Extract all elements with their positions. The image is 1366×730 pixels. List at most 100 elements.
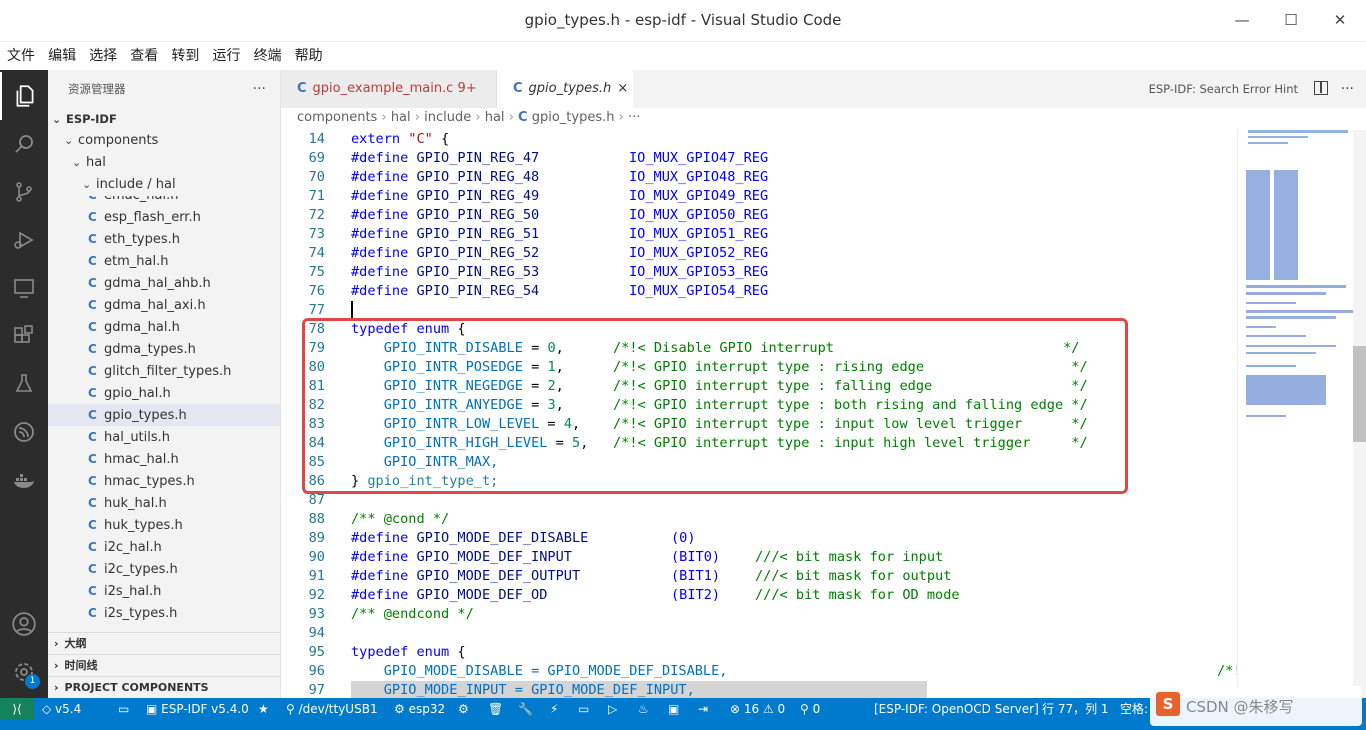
flash-icon[interactable]: ⚡	[550, 698, 558, 720]
file-item[interactable]: Chmac_hal.h	[48, 448, 280, 470]
file-item[interactable]: Cgdma_hal_axi.h	[48, 294, 280, 316]
code-line[interactable]: 69 #define GPIO_PIN_REG_47 IO_MUX_GPIO47_R…	[281, 149, 1237, 168]
folder-components[interactable]: ⌄ components	[48, 130, 280, 152]
folder-icon[interactable]: ▭	[118, 698, 129, 720]
terminal-icon[interactable]: ▣	[668, 698, 679, 720]
scrollbar-thumb[interactable]	[1353, 346, 1366, 442]
file-item[interactable]: Ci2c_hal.h	[48, 536, 280, 558]
code-line[interactable]: 75 #define GPIO_PIN_REG_53 IO_MUX_GPIO53_R…	[281, 263, 1237, 282]
file-item[interactable]: Ci2s_hal.h	[48, 580, 280, 602]
code-line[interactable]: 96 GPIO_MODE_DISABLE = GPIO_MODE_DEF_DIS…	[281, 662, 1237, 681]
file-item[interactable]: Cetm_hal.h	[48, 250, 280, 272]
menu-selection[interactable]: 选择	[88, 42, 118, 70]
search-icon[interactable]	[0, 120, 48, 168]
timeline-section[interactable]: › 时间线	[48, 654, 280, 676]
file-item[interactable]: Cgpio_hal.h	[48, 382, 280, 404]
minimap[interactable]	[1237, 130, 1356, 698]
menu-edit[interactable]: 编辑	[47, 42, 77, 70]
crumb-hal[interactable]: hal	[391, 110, 411, 125]
vertical-scrollbar[interactable]	[1353, 130, 1366, 698]
code-line[interactable]: 70 #define GPIO_PIN_REG_48 IO_MUX_GPIO48_R…	[281, 168, 1237, 187]
close-icon[interactable]: ×	[617, 81, 628, 96]
port-item[interactable]: ⚲ /dev/ttyUSB1	[286, 698, 378, 720]
code-line[interactable]: 73 #define GPIO_PIN_REG_51 IO_MUX_GPIO51_R…	[281, 225, 1237, 244]
explorer-icon[interactable]	[0, 72, 48, 120]
menu-run[interactable]: 运行	[211, 42, 241, 70]
search-error-hint-button[interactable]: ESP-IDF: Search Error Hint	[1149, 70, 1298, 108]
file-item[interactable]: Cgpio_types.h	[48, 404, 280, 426]
code-line[interactable]: 74 #define GPIO_PIN_REG_52 IO_MUX_GPIO52_R…	[281, 244, 1237, 263]
menu-view[interactable]: 查看	[129, 42, 159, 70]
code-line[interactable]: 71 #define GPIO_PIN_REG_49 IO_MUX_GPIO49_R…	[281, 187, 1237, 206]
file-item[interactable]: Chmac_types.h	[48, 470, 280, 492]
more-actions-icon[interactable]: ···	[1341, 74, 1354, 104]
folder-hal[interactable]: ⌄ hal	[48, 152, 280, 174]
esp-idf-icon[interactable]	[0, 408, 48, 456]
file-item[interactable]: Cgdma_hal.h	[48, 316, 280, 338]
file-item[interactable]: Cglitch_filter_types.h	[48, 360, 280, 382]
menu-help[interactable]: 帮助	[294, 42, 324, 70]
project-components-section[interactable]: › PROJECT COMPONENTS	[48, 676, 280, 698]
file-item[interactable]: Ci2s_types.h	[48, 602, 280, 624]
more-actions-icon[interactable]: ···	[253, 70, 266, 108]
star-icon[interactable]: ★	[258, 698, 269, 720]
code-line[interactable]: 94	[281, 624, 1237, 643]
split-editor-icon[interactable]	[1314, 81, 1328, 95]
export-icon[interactable]: ⇥	[698, 698, 708, 720]
flame-icon[interactable]: ♨	[638, 698, 649, 720]
branch-item[interactable]: ◇ v5.4	[42, 698, 81, 720]
code-line[interactable]: 90 #define GPIO_MODE_DEF_INPUT (BIT0) ///< …	[281, 548, 1237, 567]
code-line[interactable]: 88 /** @cond */	[281, 510, 1237, 529]
file-item[interactable]: Ceth_types.h	[48, 228, 280, 250]
code-line[interactable]: 72 #define GPIO_PIN_REG_50 IO_MUX_GPIO50_R…	[281, 206, 1237, 225]
tab-gpio-types[interactable]: Cgpio_types.h ×	[497, 70, 633, 108]
code-line[interactable]: 89 #define GPIO_MODE_DEF_DISABLE (0)	[281, 529, 1237, 548]
code-line[interactable]: 93 /** @endcond */	[281, 605, 1237, 624]
close-window-button[interactable]: ✕	[1327, 8, 1353, 32]
account-icon[interactable]	[0, 600, 48, 648]
indentation-item[interactable]: 空格:	[1120, 698, 1148, 720]
menu-terminal[interactable]: 终端	[253, 42, 283, 70]
target-item[interactable]: ⚙ esp32	[394, 698, 445, 720]
wrench-icon[interactable]: 🔧	[518, 698, 533, 720]
crumb-components[interactable]: components	[297, 110, 377, 125]
minimize-button[interactable]: —	[1229, 8, 1255, 32]
menu-go[interactable]: 转到	[170, 42, 200, 70]
outline-section[interactable]: › 大纲	[48, 632, 280, 654]
manage-gear-icon[interactable]: 1	[0, 648, 48, 696]
code-line[interactable]: 76 #define GPIO_PIN_REG_54 IO_MUX_GPIO54_R…	[281, 282, 1237, 301]
extensions-icon[interactable]	[0, 312, 48, 360]
folder-include-hal[interactable]: ⌄ include / hal	[48, 174, 280, 196]
docker-icon[interactable]	[0, 456, 48, 504]
monitor-icon[interactable]: ▭	[578, 698, 589, 720]
remote-explorer-icon[interactable]	[0, 264, 48, 312]
file-item[interactable]: Cemac_hal.h	[48, 196, 280, 206]
file-item[interactable]: Chal_utils.h	[48, 426, 280, 448]
crumb-hal-2[interactable]: hal	[485, 110, 505, 125]
sticky-scroll-line[interactable]: 14 extern "C" {	[281, 130, 1237, 149]
workspace-root[interactable]: ⌄ ESP-IDF	[48, 108, 280, 130]
debug-icon[interactable]: ▷	[608, 698, 617, 720]
run-debug-icon[interactable]	[0, 216, 48, 264]
code-line[interactable]: 92 #define GPIO_MODE_DEF_OD (BIT2) ///< bit…	[281, 586, 1237, 605]
crumb-symbols[interactable]: ···	[628, 110, 640, 125]
openocd-item[interactable]: [ESP-IDF: OpenOCD Server]	[874, 698, 1039, 720]
file-item[interactable]: Chuk_types.h	[48, 514, 280, 536]
crumb-file[interactable]: gpio_types.h	[532, 110, 615, 125]
file-item[interactable]: Ci2c_types.h	[48, 558, 280, 580]
file-item[interactable]: Cesp_flash_err.h	[48, 206, 280, 228]
menu-file[interactable]: 文件	[6, 42, 36, 70]
crumb-include[interactable]: include	[424, 110, 471, 125]
problems-item[interactable]: ⊗ 16 ⚠ 0	[730, 698, 785, 720]
file-item[interactable]: Cgdma_hal_ahb.h	[48, 272, 280, 294]
source-control-icon[interactable]	[0, 168, 48, 216]
maximize-button[interactable]: ☐	[1278, 8, 1304, 32]
code-line[interactable]: 91 #define GPIO_MODE_DEF_OUTPUT (BIT1) ///<…	[281, 567, 1237, 586]
testing-icon[interactable]	[0, 360, 48, 408]
tab-gpio-example-main[interactable]: Cgpio_example_main.c 9+	[281, 70, 497, 108]
ports-item[interactable]: ⚲ 0	[800, 698, 820, 720]
file-item[interactable]: Cgdma_types.h	[48, 338, 280, 360]
config-icon[interactable]: ⚙	[458, 698, 469, 720]
idf-version-item[interactable]: ▣ ESP-IDF v5.4.0	[146, 698, 249, 720]
file-item[interactable]: Chuk_hal.h	[48, 492, 280, 514]
